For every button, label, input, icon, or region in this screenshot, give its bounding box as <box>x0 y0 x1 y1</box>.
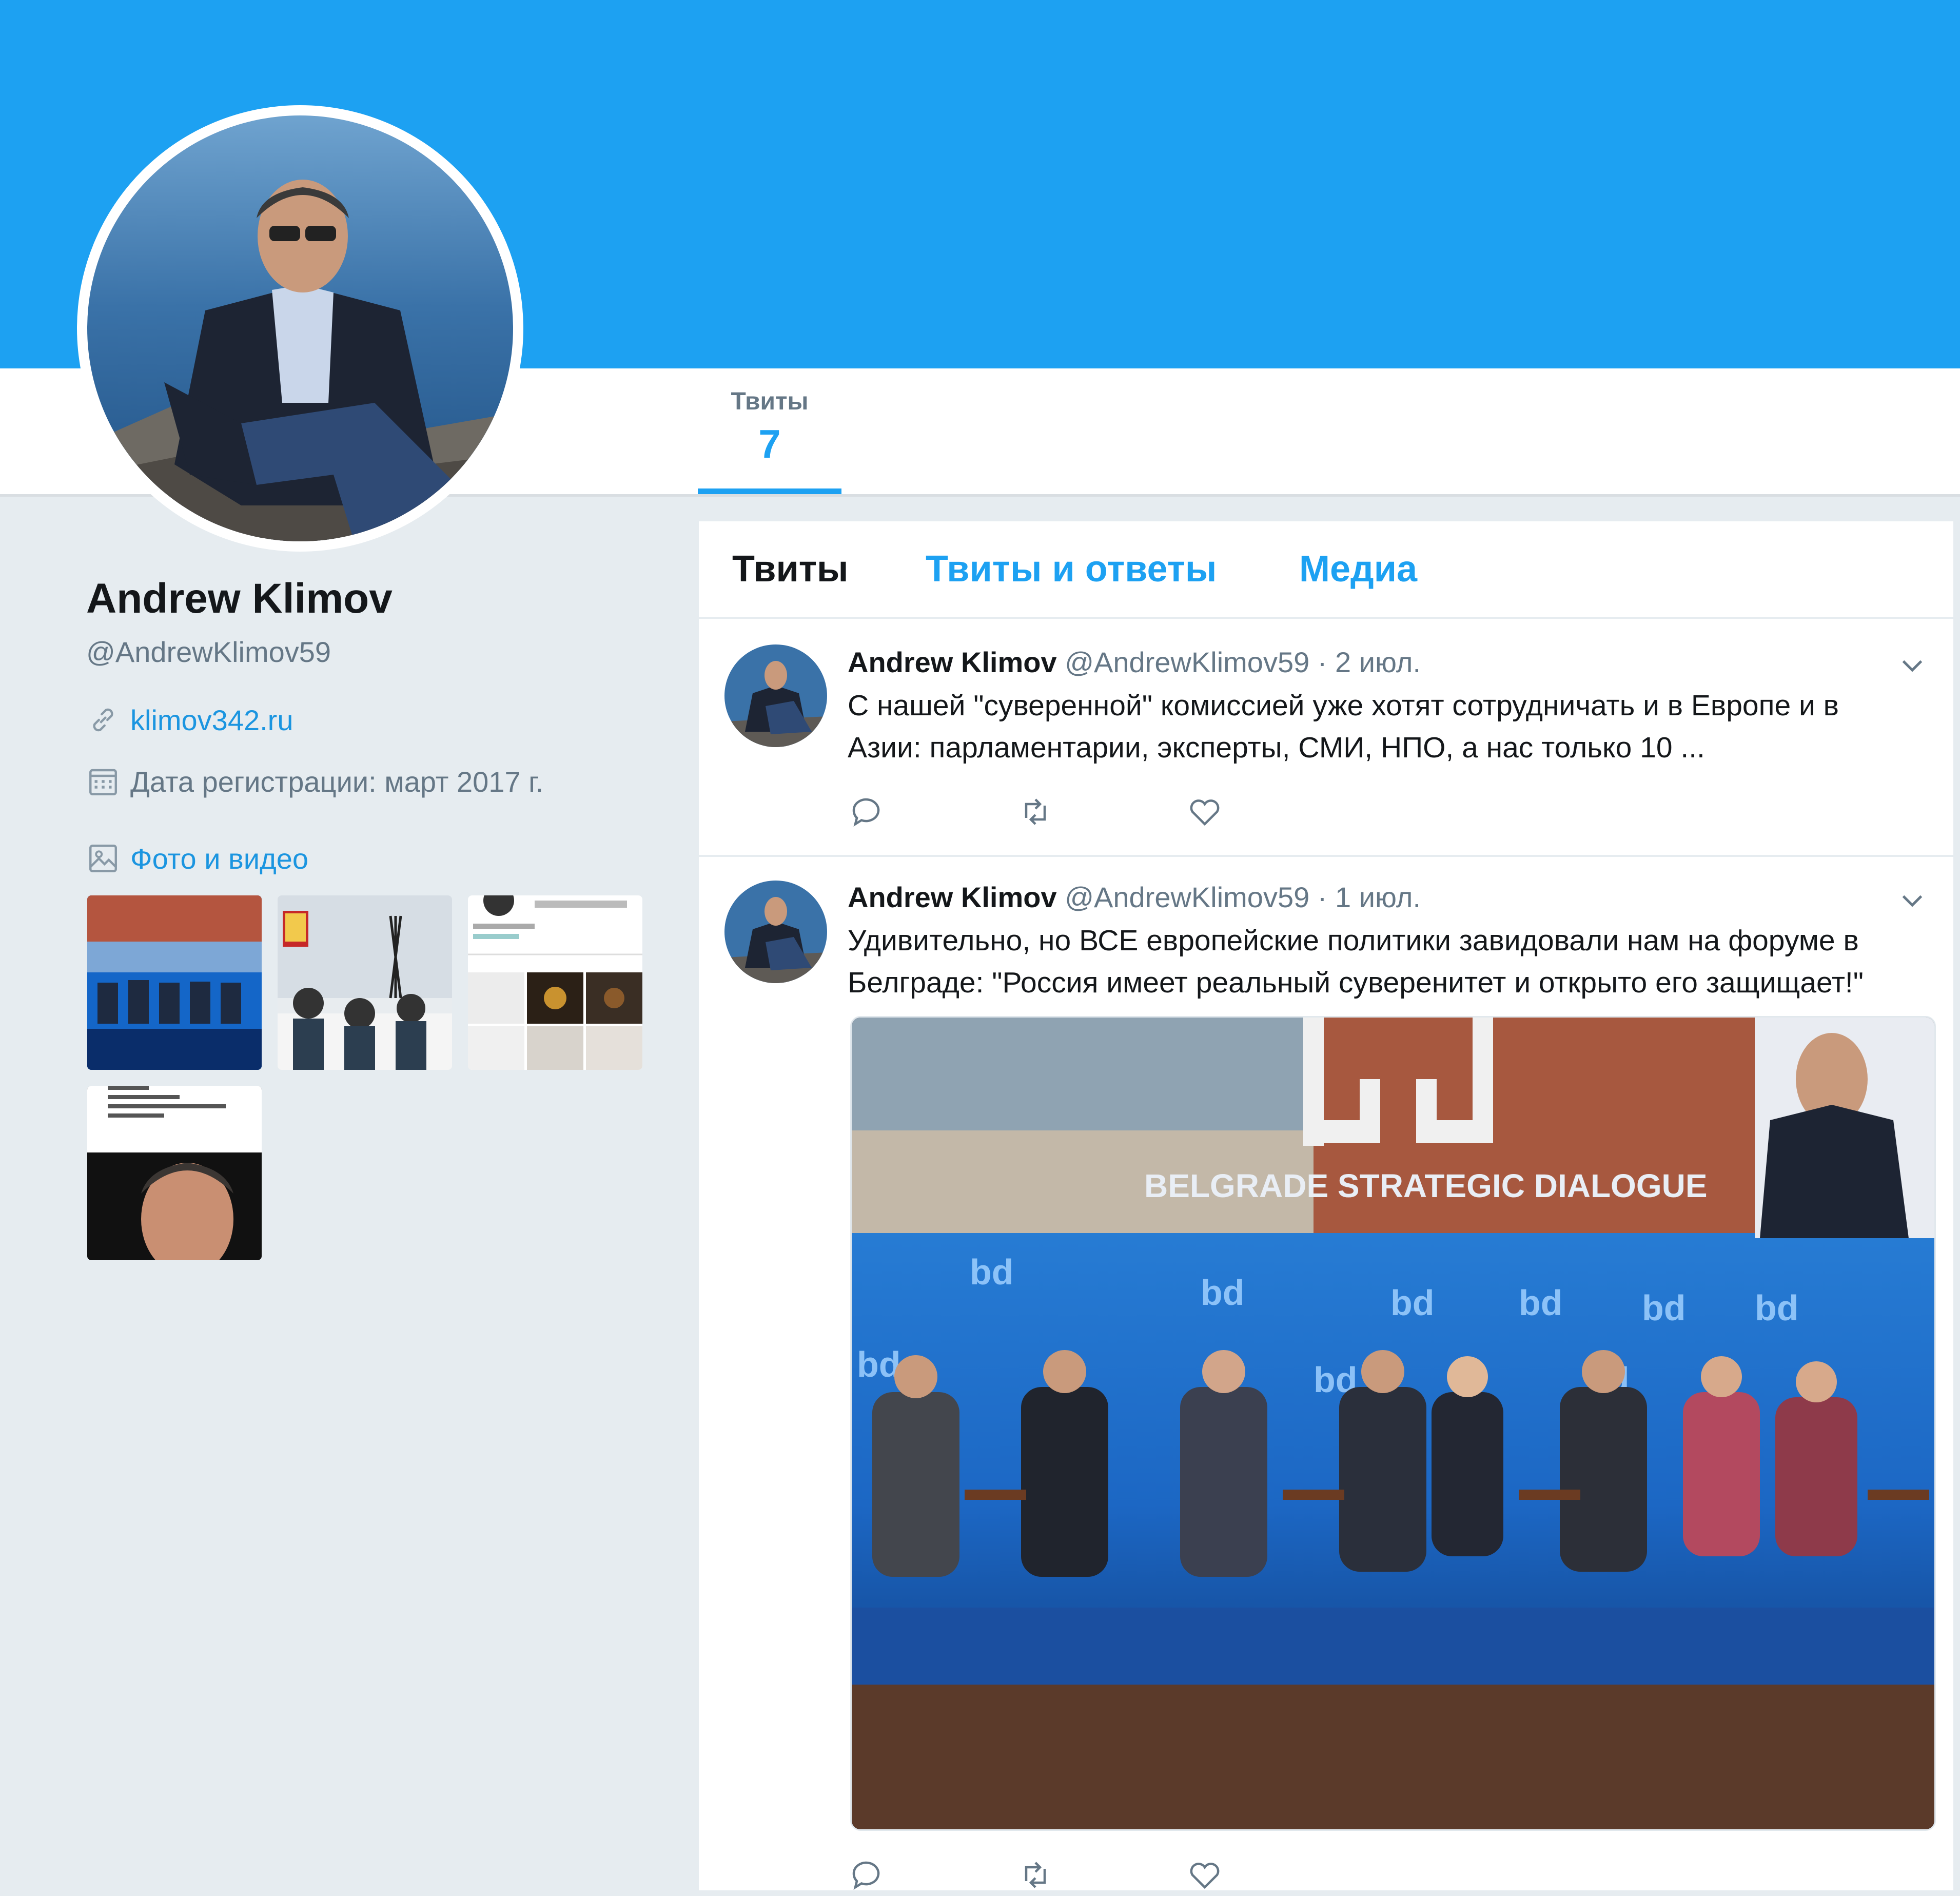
tweet[interactable]: Andrew Klimov @AndrewKlimov59 · 2 июл. С… <box>699 619 1953 857</box>
photo-icon <box>89 845 117 872</box>
tweet-avatar[interactable] <box>724 881 827 983</box>
timeline: Твиты Твиты и ответы Медиа Andrew Klimov… <box>699 521 1953 1890</box>
wall-logo: bd <box>1519 1283 1563 1323</box>
profile-name[interactable]: Andrew Klimov <box>86 575 393 623</box>
photo-thumbnail[interactable] <box>87 895 262 1070</box>
tweet-header: Andrew Klimov @AndrewKlimov59 · 1 июл. <box>848 881 1421 914</box>
calendar-icon <box>89 769 117 795</box>
wall-logo: bd <box>1642 1288 1686 1328</box>
stat-label: Твиты <box>731 388 809 415</box>
tweet-media-image[interactable]: BELGRADE STRATEGIC DIALOGUE bd bd bd bd … <box>850 1016 1936 1831</box>
tweet-date[interactable]: 1 июл. <box>1335 881 1421 913</box>
tweet-text: Удивительно, но ВСЕ европейские политики… <box>848 924 1864 999</box>
reply-icon[interactable] <box>848 793 885 830</box>
tweet-date[interactable]: 2 июл. <box>1335 646 1421 678</box>
heart-icon[interactable] <box>1186 1856 1223 1893</box>
banner-caption: BELGRADE STRATEGIC DIALOGUE <box>1144 1167 1708 1204</box>
tweet-author-handle[interactable]: @AndrewKlimov59 <box>1065 646 1309 678</box>
profile-website-row: klimov342.ru <box>86 703 293 737</box>
tweet[interactable]: Andrew Klimov @AndrewKlimov59 · 1 июл. У… <box>699 857 1953 1893</box>
photo-thumbnail[interactable] <box>278 895 452 1070</box>
chevron-down-icon[interactable] <box>1897 650 1928 680</box>
photos-link[interactable]: Фото и видео <box>130 842 308 875</box>
chevron-down-icon[interactable] <box>1897 885 1928 915</box>
tweet-author-handle[interactable]: @AndrewKlimov59 <box>1065 881 1309 913</box>
retweet-icon[interactable] <box>1017 793 1054 830</box>
stat-tweets[interactable]: Твиты 7 <box>698 387 841 467</box>
profile-joined-date: Дата регистрации: март 2017 г. <box>130 765 544 798</box>
profile-avatar[interactable] <box>77 105 523 552</box>
link-icon <box>93 708 113 732</box>
photos-header[interactable]: Фото и видео <box>86 842 308 875</box>
tweet-actions <box>848 793 1356 830</box>
tweet-separator: · <box>1317 646 1327 678</box>
profile-website-link[interactable]: klimov342.ru <box>130 703 293 737</box>
active-stat-indicator <box>698 488 841 494</box>
wall-logo: bd <box>1755 1288 1799 1328</box>
wall-logo: bd <box>1201 1273 1245 1313</box>
stat-value: 7 <box>758 421 781 466</box>
tweet-author-name[interactable]: Andrew Klimov <box>848 881 1057 913</box>
profile-handle[interactable]: @AndrewKlimov59 <box>86 635 331 669</box>
reply-icon[interactable] <box>848 1856 885 1893</box>
retweet-icon[interactable] <box>1017 1856 1054 1893</box>
tweet-author-name[interactable]: Andrew Klimov <box>848 646 1057 678</box>
tweet-text: С нашей "суверенной" комиссией уже хотят… <box>848 689 1839 764</box>
wall-logo: bd <box>1390 1283 1435 1323</box>
photo-thumbnail[interactable] <box>468 895 642 1070</box>
timeline-tabs: Твиты Твиты и ответы Медиа <box>699 521 1953 619</box>
heart-icon[interactable] <box>1186 793 1223 830</box>
wall-logo: bd <box>857 1344 901 1384</box>
profile-joined-row: Дата регистрации: март 2017 г. <box>86 765 543 798</box>
tweet-avatar[interactable] <box>724 644 827 747</box>
tab-tweets[interactable]: Твиты <box>732 548 849 590</box>
tweet-header: Andrew Klimov @AndrewKlimov59 · 2 июл. <box>848 646 1421 679</box>
wall-logo: bd <box>970 1252 1014 1292</box>
tweet-actions <box>848 1856 1356 1893</box>
tweet-separator: · <box>1317 881 1327 913</box>
tab-tweets-replies[interactable]: Твиты и ответы <box>926 548 1217 590</box>
photo-thumbnail[interactable] <box>87 1086 262 1260</box>
tab-media[interactable]: Медиа <box>1299 548 1417 590</box>
